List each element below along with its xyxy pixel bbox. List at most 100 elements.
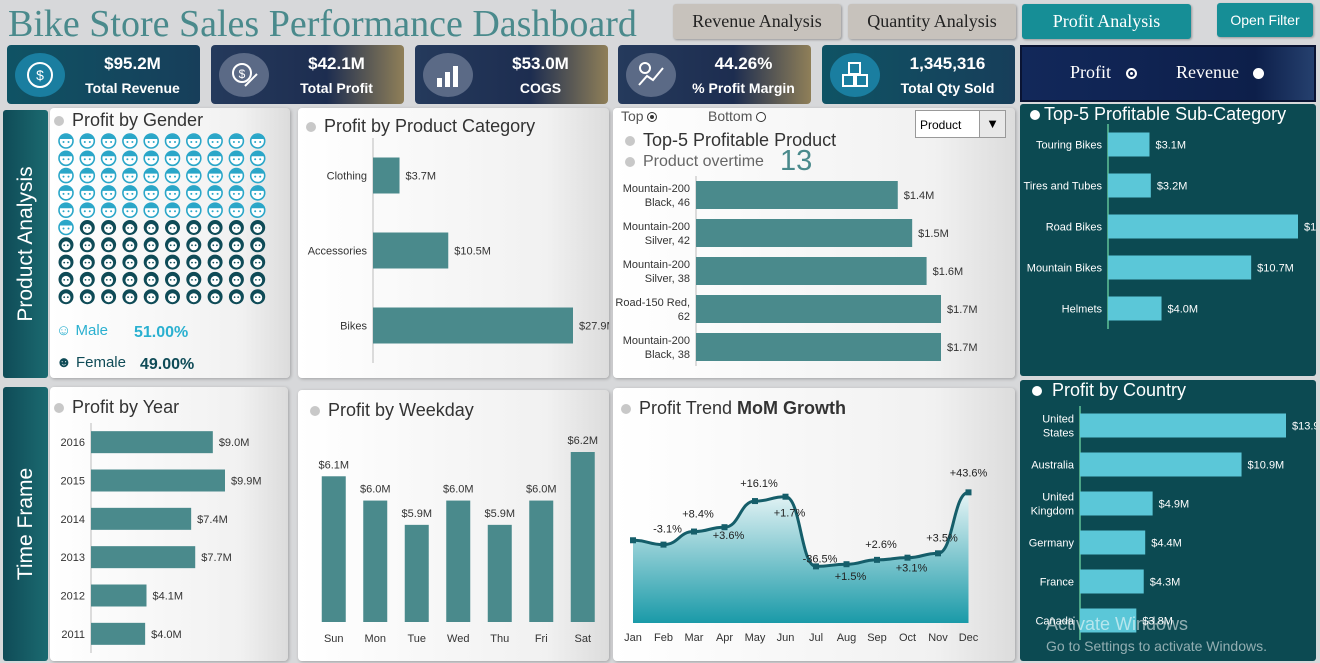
female-figure-icon: [58, 254, 74, 270]
data-label: -36.5%: [803, 553, 838, 565]
data-label: $4.3M: [1150, 577, 1181, 589]
female-figure-icon: [101, 237, 117, 253]
trend-point: [660, 541, 667, 548]
trend-point: [874, 556, 880, 563]
data-label: +8.4%: [682, 509, 714, 521]
kpi-value: $53.0M: [512, 53, 569, 73]
category-label: Mountain-200: [623, 335, 690, 347]
trend-chart: Jan -3.1% Feb +8.4% Mar +3.6% Apr +16.1% May +1.7…: [624, 467, 987, 644]
kpi-value: 1,345,316: [909, 53, 986, 73]
tick-label: Sep: [867, 632, 887, 644]
male-figure-icon: [100, 133, 117, 149]
quantity-analysis-button[interactable]: Quantity Analysis: [848, 4, 1016, 39]
sidebar-product-analysis[interactable]: Product Analysis: [3, 110, 48, 378]
revenue-radio[interactable]: [1253, 68, 1265, 80]
male-figure-icon: [79, 167, 96, 184]
category-label: Tires and Tubes: [1024, 181, 1103, 193]
trend-point: [691, 528, 697, 535]
kpi-value: 44.26%: [714, 53, 773, 73]
male-figure-icon: [58, 202, 74, 218]
bar-chart-icon: [423, 52, 473, 97]
category-label: France: [1040, 577, 1074, 589]
female-figure-icon: [207, 220, 223, 235]
male-figure-icon: [122, 185, 138, 201]
top-option[interactable]: Top: [621, 108, 658, 124]
sidebar-label: Product Analysis: [13, 166, 37, 322]
male-figure-icon: [186, 185, 202, 201]
bar: [696, 257, 927, 285]
female-figure-icon: [165, 254, 180, 270]
trend-panel: Profit Trend MoM Growth Jan -3.1% Feb +8.4%…: [613, 388, 1015, 661]
metric-toggle: Profit Revenue: [1020, 45, 1316, 102]
kpi-total-profit: $ $42.1M Total Profit: [211, 45, 404, 104]
bar: [1108, 255, 1252, 280]
male-figure-icon: [58, 185, 74, 201]
bottom-radio[interactable]: [756, 112, 767, 123]
male-value: 51.00%: [134, 324, 189, 341]
kpi-total-revenue: $ $95.2M Total Revenue: [7, 45, 200, 104]
product-dropdown[interactable]: Product ▼: [915, 110, 1006, 138]
panel-title: Profit by Year: [72, 397, 180, 417]
trend-point: [935, 550, 941, 557]
female-figure-icon: [101, 220, 117, 235]
profit-analysis-button[interactable]: Profit Analysis: [1022, 4, 1191, 39]
female-figure-icon: [250, 271, 266, 287]
female-figure-icon: [122, 237, 138, 253]
category-label: 62: [678, 311, 690, 323]
data-label: $10.7M: [1257, 263, 1294, 275]
bar: [1108, 132, 1150, 157]
male-figure-icon: [228, 133, 245, 149]
profit-radio[interactable]: [1125, 68, 1137, 80]
male-legend: ☺ Male: [56, 322, 108, 339]
year-panel: Profit by Year 2016 $9.0M 2015 $9.9M 2014 $7.…: [50, 387, 288, 661]
data-label: $9.0M: [219, 437, 250, 449]
female-icon: ☻: [56, 354, 72, 371]
category-label: States: [1043, 428, 1075, 440]
data-label: $1.6M: [933, 266, 964, 278]
open-filter-button[interactable]: Open Filter: [1217, 3, 1313, 37]
male-figure-icon: [228, 150, 245, 167]
subcategory-panel: Top-5 Profitable Sub-Category Touring Bi…: [1020, 104, 1316, 376]
toggle-profit[interactable]: Profit: [1070, 62, 1137, 83]
data-label: $3.2M: [1157, 181, 1188, 193]
panel-subtitle: Product overtime: [643, 153, 764, 170]
male-figure-icon: [122, 133, 138, 149]
panel-title: Profit by Country: [1052, 380, 1187, 400]
data-label: $4.0M: [1168, 304, 1199, 316]
sidebar-time-frame[interactable]: Time Frame: [3, 387, 48, 661]
data-label: $9.9M: [231, 476, 262, 488]
female-figure-icon: [58, 289, 74, 305]
svg-text:$: $: [239, 67, 246, 81]
female-figure-icon: [122, 220, 138, 235]
male-figure-icon: [100, 185, 117, 201]
female-figure-icon: [79, 271, 95, 287]
data-label: +3.5%: [926, 532, 958, 544]
product-panel: Top Bottom Top-5 Profitable Product Prod…: [613, 108, 1015, 378]
bar: [373, 157, 400, 194]
toggle-revenue-label: Revenue: [1176, 62, 1239, 82]
data-label: $5.9M: [401, 508, 432, 520]
trend-point: [843, 561, 850, 568]
svg-text:$: $: [36, 67, 44, 83]
category-label: Mountain-200: [623, 183, 690, 195]
product-count: 13: [780, 145, 813, 177]
top-radio[interactable]: [647, 112, 658, 123]
chevron-down-icon[interactable]: ▼: [979, 111, 1005, 137]
category-label: Bikes: [340, 321, 367, 333]
toggle-revenue[interactable]: Revenue: [1176, 62, 1265, 83]
tick-label: Apr: [716, 632, 733, 644]
female-figure-icon: [207, 254, 223, 270]
female-figure-icon: [228, 237, 244, 253]
male-figure-icon: [207, 133, 223, 149]
female-figure-icon: [58, 237, 74, 253]
male-figure-icon: [164, 185, 181, 201]
revenue-analysis-button[interactable]: Revenue Analysis: [673, 4, 841, 39]
bar: [1080, 530, 1146, 555]
kpi-cogs: $53.0M COGS: [415, 45, 608, 104]
male-label: Male: [75, 322, 109, 339]
tick-label: Mar: [685, 632, 704, 644]
bar: [1108, 214, 1298, 239]
bottom-option[interactable]: Bottom: [708, 108, 767, 124]
data-label: -3.1%: [653, 524, 682, 536]
male-figure-icon: [186, 150, 202, 167]
